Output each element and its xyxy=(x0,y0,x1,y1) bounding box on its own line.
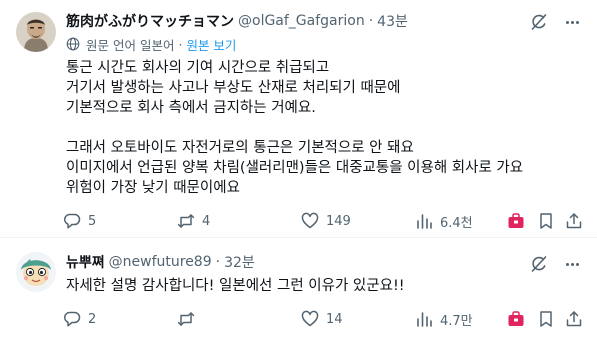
repost-count: 4 xyxy=(202,213,211,229)
action-bar: 2 14 4.7만 xyxy=(62,307,592,331)
like-button[interactable]: 149 xyxy=(300,209,351,233)
user-handle[interactable]: @olGaf_Gafgarion xyxy=(238,13,365,29)
shop-button[interactable] xyxy=(506,307,526,331)
more-icon[interactable] xyxy=(561,12,583,32)
like-icon xyxy=(301,310,319,327)
bookmark-icon xyxy=(540,311,552,327)
tweet-1[interactable]: 筋肉がふがりマッチョマン @olGaf_Gafgarion · 43분 원문 언… xyxy=(0,0,597,237)
show-original-link[interactable]: 원본 보기 xyxy=(186,35,236,54)
action-bar: 5 4 149 6.4천 xyxy=(62,209,592,233)
user-handle[interactable]: @newfuture89 xyxy=(109,254,212,270)
shop-button[interactable] xyxy=(506,209,526,233)
share-button[interactable] xyxy=(564,307,584,331)
views-icon xyxy=(417,312,432,327)
bookmark-button[interactable] xyxy=(536,209,556,233)
display-name[interactable]: 뉴뿌쪄 xyxy=(66,252,105,272)
share-icon xyxy=(566,311,582,327)
avatar[interactable] xyxy=(16,12,56,52)
globe-icon xyxy=(66,37,80,51)
tweet-header: 뉴뿌쪄 @newfuture89 · 32분 xyxy=(66,252,255,272)
like-button[interactable]: 14 xyxy=(300,307,343,331)
tweet-line: 이미지에서 언급된 양복 차림(샐러리맨)들은 대중교통을 이용해 회사로 가요 xyxy=(66,160,524,176)
tweet-line: 자세한 설명 감사합니다! 일본에선 그런 이유가 있군요!! xyxy=(66,278,405,294)
tweet-line: 위험이 가장 낮기 때문이에요 xyxy=(66,180,240,196)
like-count: 14 xyxy=(326,311,343,327)
views-button[interactable]: 4.7만 xyxy=(414,307,473,331)
translation-notice: 원문 언어 일본어 · 원본 보기 xyxy=(66,35,236,53)
repost-icon xyxy=(177,312,195,326)
tweet-text: 자세한 설명 감사합니다! 일본에선 그런 이유가 있군요!! xyxy=(66,276,566,296)
tweet-line: 통근 시간도 회사의 기여 시간으로 취급되고 xyxy=(66,60,330,76)
avatar[interactable] xyxy=(16,252,56,292)
share-button[interactable] xyxy=(564,209,584,233)
tweet-line: 거기서 발생하는 사고나 부상도 산재로 처리되기 때문에 xyxy=(66,80,401,96)
tweet-line: 기본적으로 회사 측에서 금지하는 거예요. xyxy=(66,100,316,116)
bookmark-icon xyxy=(540,213,552,229)
timestamp[interactable]: 32분 xyxy=(224,252,255,272)
tweet-text: 통근 시간도 회사의 기여 시간으로 취급되고 거기서 발생하는 사고나 부상도… xyxy=(66,58,566,198)
views-icon xyxy=(417,214,432,229)
share-icon xyxy=(566,213,582,229)
translation-label: 원문 언어 일본어 xyxy=(86,37,175,53)
bag-icon xyxy=(508,311,524,326)
bag-icon xyxy=(508,213,524,228)
view-count: 4.7만 xyxy=(440,313,473,329)
tweet-header: 筋肉がふがりマッチョマン @olGaf_Gafgarion · 43분 xyxy=(66,11,408,31)
bookmark-button[interactable] xyxy=(536,307,556,331)
repost-button[interactable]: 4 xyxy=(176,209,210,233)
reply-count: 5 xyxy=(88,213,97,229)
dot-separator: · xyxy=(368,13,374,29)
display-name[interactable]: 筋肉がふがりマッチョマン xyxy=(66,11,234,31)
timestamp[interactable]: 43분 xyxy=(377,11,408,31)
views-button[interactable]: 6.4천 xyxy=(414,209,473,233)
reply-icon xyxy=(64,311,81,327)
tweet-line: 그래서 오토바이도 자전거로의 통근은 기본적으로 안 돼요 xyxy=(66,140,414,156)
like-icon xyxy=(301,212,319,229)
translation-separator: · xyxy=(178,36,183,52)
grok-icon[interactable] xyxy=(529,12,549,32)
repost-button[interactable] xyxy=(176,307,202,331)
view-count: 6.4천 xyxy=(440,215,473,231)
dot-separator: · xyxy=(215,254,221,270)
like-count: 149 xyxy=(326,213,351,229)
reply-button[interactable]: 2 xyxy=(62,307,96,331)
reply-count: 2 xyxy=(88,311,97,327)
repost-icon xyxy=(177,214,195,228)
reply-icon xyxy=(64,213,81,229)
more-icon[interactable] xyxy=(561,254,583,274)
tweet-2[interactable]: 뉴뿌쪄 @newfuture89 · 32분 자세한 설명 감사합니다! 일본에… xyxy=(0,238,597,338)
grok-icon[interactable] xyxy=(529,254,549,274)
reply-button[interactable]: 5 xyxy=(62,209,96,233)
